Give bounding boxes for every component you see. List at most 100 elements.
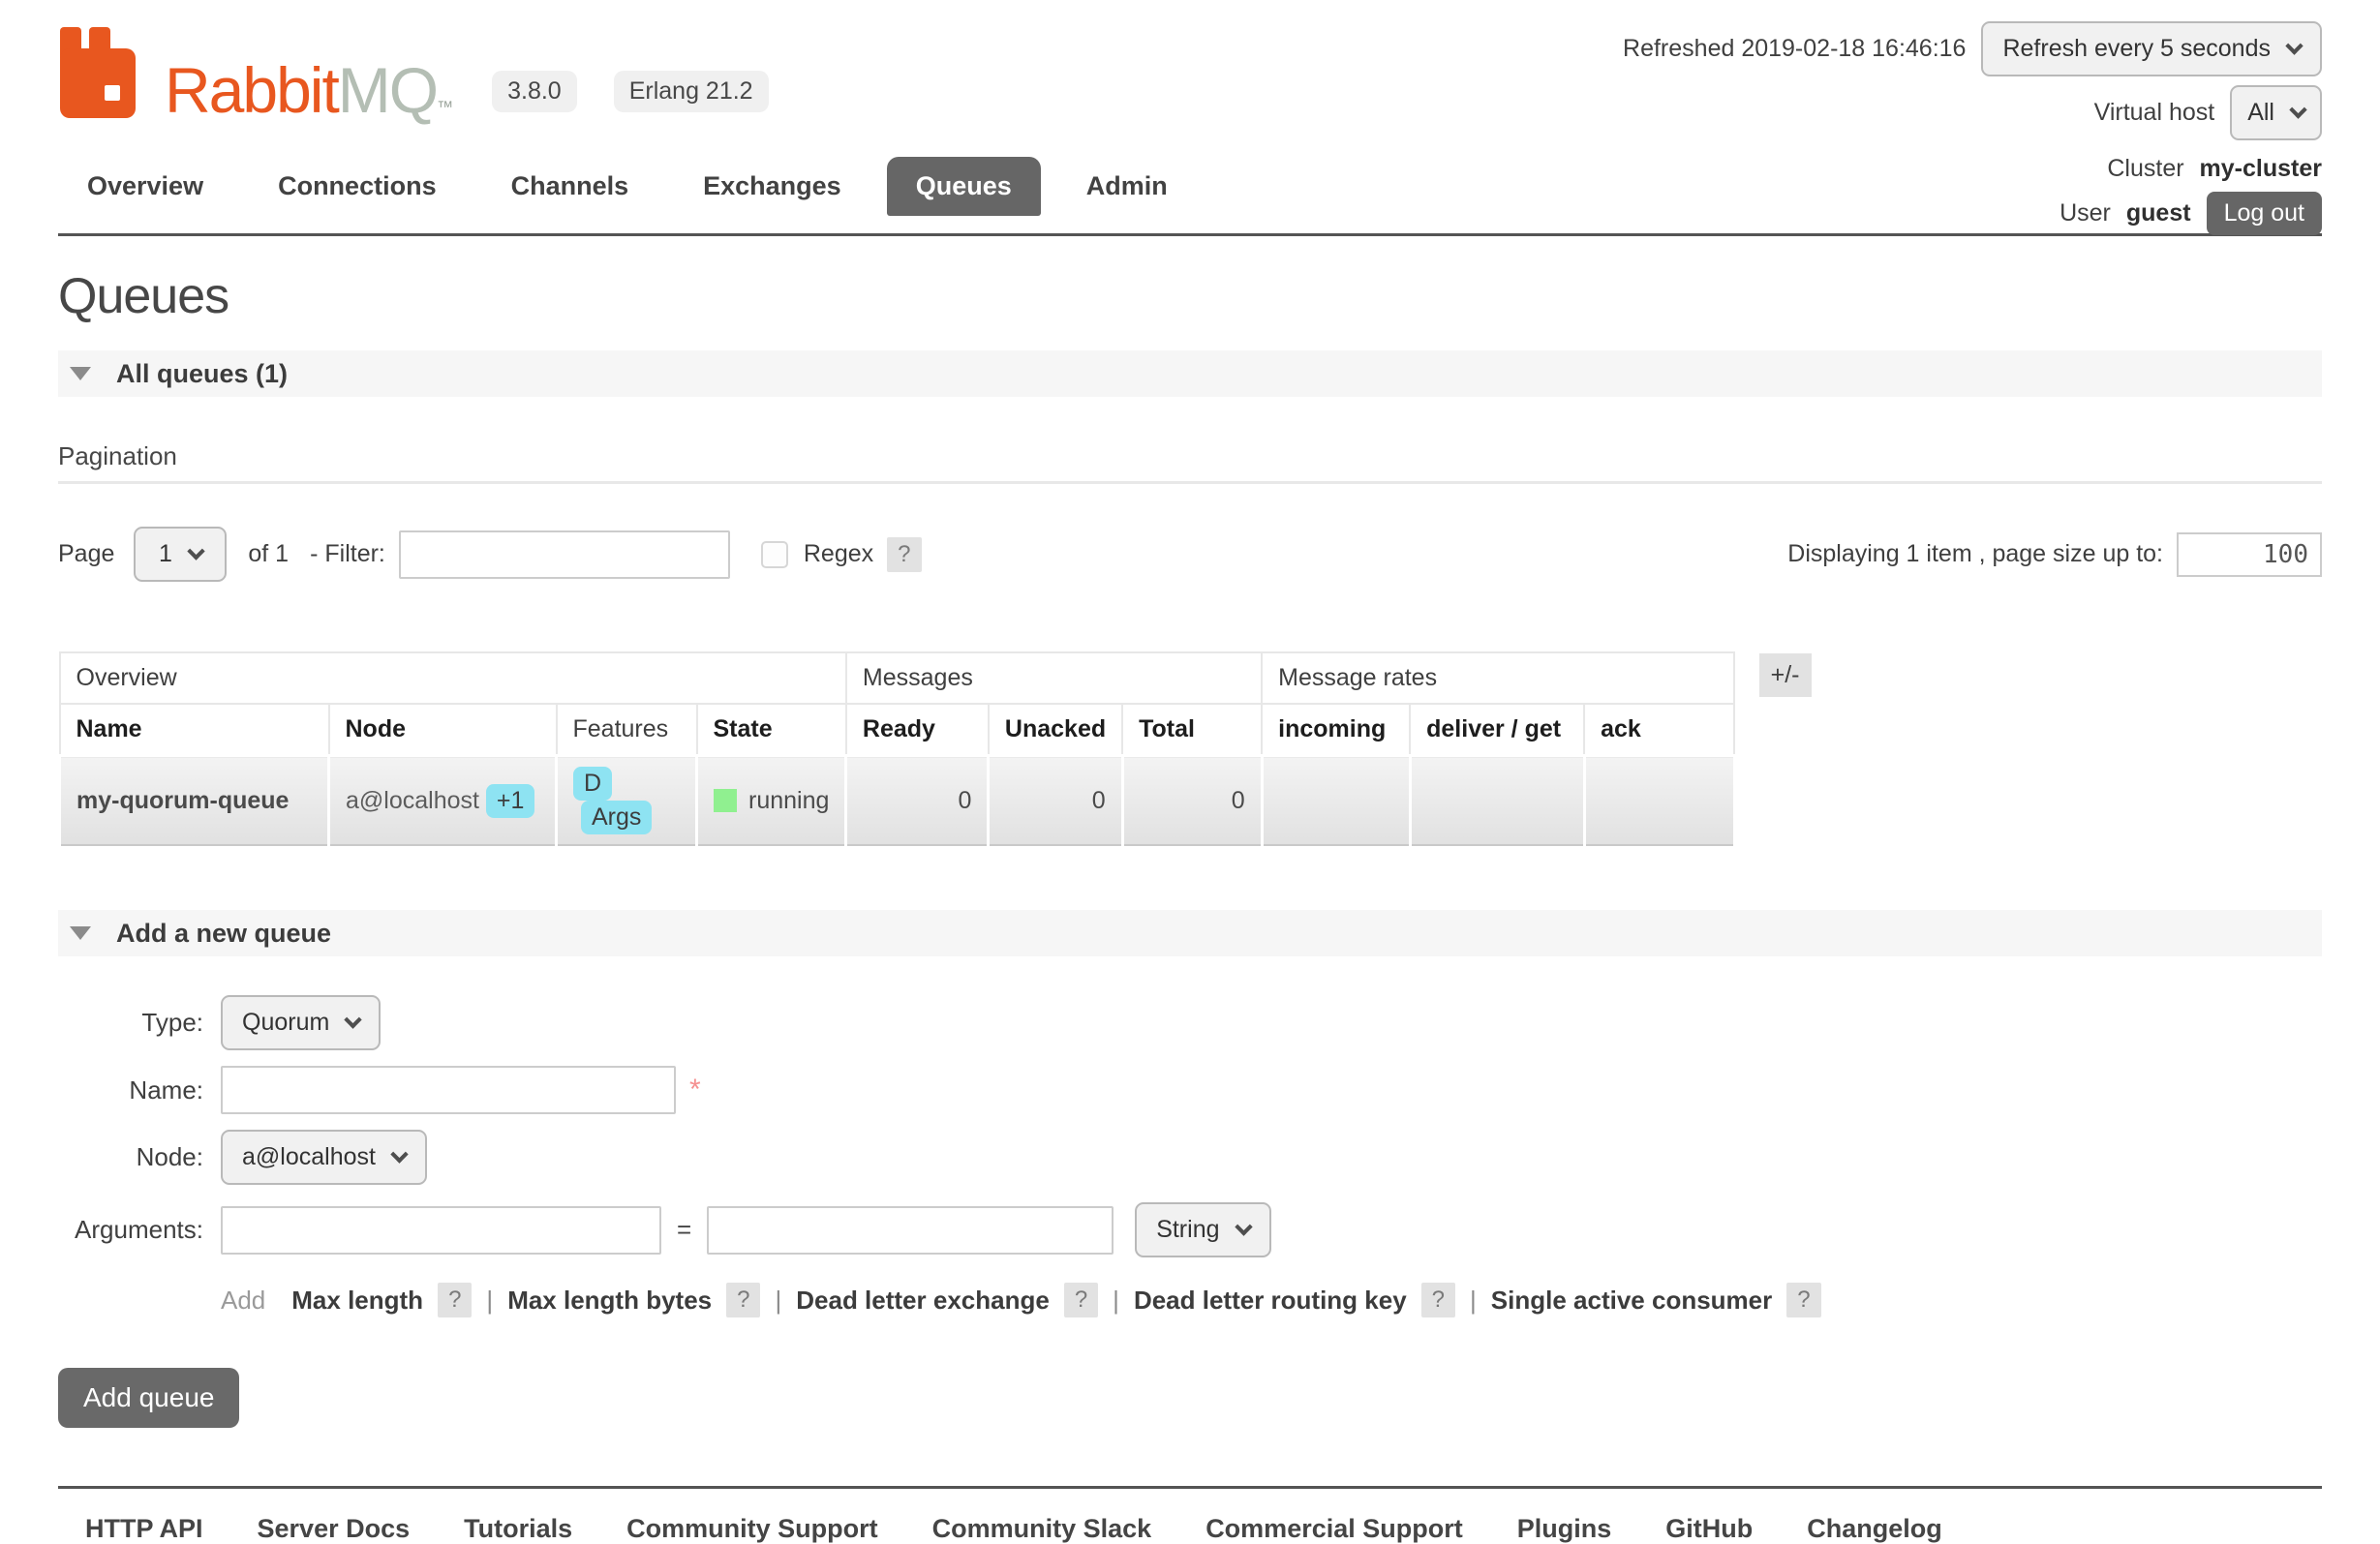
total-count: 0 [1122,756,1262,846]
group-messages: Messages [846,652,1262,704]
shortcut-single-active-consumer[interactable]: Single active consumer [1491,1286,1772,1316]
pagination-divider [58,481,2322,484]
cluster-name: my-cluster [2200,155,2322,183]
of-pages-label: of 1 [248,540,289,568]
queue-type-select[interactable]: Quorum [221,995,381,1050]
footer-link-http-api[interactable]: HTTP API [85,1514,203,1544]
incoming-rate [1262,756,1410,846]
refresh-interval-select[interactable]: Refresh every 5 seconds [1981,21,2322,76]
version-badges: 3.8.0 Erlang 21.2 [492,71,768,112]
col-features: Features [557,704,697,756]
logout-button[interactable]: Log out [2207,192,2322,235]
tab-exchanges[interactable]: Exchanges [674,157,870,216]
shortcut-dead-letter-routing-key[interactable]: Dead letter routing key [1134,1286,1407,1316]
col-state[interactable]: State [697,704,846,756]
footer-link-tutorials[interactable]: Tutorials [464,1514,572,1544]
footer-link-github[interactable]: GitHub [1665,1514,1753,1544]
refreshed-timestamp: Refreshed 2019-02-18 16:46:16 [1623,35,1966,63]
footer-link-changelog[interactable]: Changelog [1807,1514,1942,1544]
shortcut-max-length-bytes[interactable]: Max length bytes [507,1286,712,1316]
equals-sign: = [677,1215,691,1245]
footer: HTTP API Server Docs Tutorials Community… [58,1486,2322,1544]
col-incoming[interactable]: incoming [1262,704,1410,756]
page-size-input[interactable] [2177,532,2322,577]
footer-link-commercial-support[interactable]: Commercial Support [1205,1514,1463,1544]
column-toggle-button[interactable]: +/- [1759,653,1812,697]
queue-name-input[interactable] [221,1066,676,1114]
shortcut-dead-letter-exchange[interactable]: Dead letter exchange [796,1286,1050,1316]
queue-name-link[interactable]: my-quorum-queue [60,756,329,846]
tab-channels[interactable]: Channels [482,157,658,216]
feature-durable-badge: D [573,767,612,801]
add-queue-button[interactable]: Add queue [58,1368,239,1428]
node-label: Node: [58,1142,203,1172]
footer-link-plugins[interactable]: Plugins [1517,1514,1612,1544]
argument-type-value: String [1156,1216,1219,1244]
argument-value-input[interactable] [707,1206,1114,1255]
brand-rabbit: Rabbit [165,54,338,126]
required-asterisk: * [689,1074,701,1106]
brand-mq: MQ [338,54,437,126]
add-queue-section-toggle[interactable]: Add a new queue [58,910,2322,956]
refresh-interval-value: Refresh every 5 seconds [2002,35,2271,63]
single-active-consumer-help-button[interactable]: ? [1786,1283,1820,1317]
user-label: User [2060,199,2111,227]
queue-type-value: Quorum [242,1009,329,1037]
vhost-select[interactable]: All [2230,85,2322,140]
filter-input[interactable] [399,530,730,579]
separator: | [775,1286,781,1316]
tab-overview[interactable]: Overview [58,157,232,216]
regex-help-button[interactable]: ? [887,537,921,572]
queue-features-cell: D Args [557,756,697,846]
chevron-down-icon [1235,1218,1252,1235]
regex-checkbox[interactable] [761,541,788,568]
max-length-help-button[interactable]: ? [438,1283,472,1317]
col-total[interactable]: Total [1122,704,1262,756]
footer-link-community-slack[interactable]: Community Slack [932,1514,1152,1544]
pagination-section-label: Pagination [58,441,2322,471]
group-overview: Overview [60,652,846,704]
page-number-select[interactable]: 1 [134,527,227,582]
header: RabbitMQ™ 3.8.0 Erlang 21.2 Refreshed 20… [58,0,2322,136]
argument-type-select[interactable]: String [1135,1202,1270,1257]
add-queue-header: Add a new queue [116,919,331,949]
col-node[interactable]: Node [329,704,557,756]
shortcut-max-length[interactable]: Max length [291,1286,423,1316]
page-size-controls: Displaying 1 item , page size up to: [1787,532,2322,577]
chevron-down-icon [2289,101,2306,118]
col-ack[interactable]: ack [1584,704,1734,756]
node-name: a@localhost [346,787,479,814]
col-deliver-get[interactable]: deliver / get [1410,704,1584,756]
page-number-value: 1 [159,540,172,568]
footer-link-community-support[interactable]: Community Support [626,1514,877,1544]
state-text: running [748,787,829,815]
chevron-down-icon [390,1145,408,1163]
user-name: guest [2126,199,2191,227]
pagination-controls: Page 1 of 1 - Filter: Regex ? [58,527,922,582]
separator: | [1113,1286,1119,1316]
chevron-down-icon [2285,37,2303,54]
queue-state-cell: running [697,756,846,846]
col-unacked[interactable]: Unacked [989,704,1122,756]
col-name[interactable]: Name [60,704,329,756]
footer-link-server-docs[interactable]: Server Docs [258,1514,411,1544]
argument-key-input[interactable] [221,1206,661,1255]
queue-node-select[interactable]: a@localhost [221,1130,427,1185]
ready-count: 0 [846,756,989,846]
col-ready[interactable]: Ready [846,704,989,756]
all-queues-section-toggle[interactable]: All queues (1) [58,350,2322,397]
page-title: Queues [58,267,2322,325]
column-header-row: Name Node Features State Ready Unacked T… [60,704,1735,756]
tab-queues[interactable]: Queues [887,157,1041,216]
tab-connections[interactable]: Connections [249,157,466,216]
collapse-triangle-icon [70,367,91,380]
chevron-down-icon [187,542,204,560]
ack-rate [1584,756,1734,846]
tab-admin[interactable]: Admin [1057,157,1197,216]
max-length-bytes-help-button[interactable]: ? [726,1283,760,1317]
separator: | [1470,1286,1477,1316]
dead-letter-routing-key-help-button[interactable]: ? [1421,1283,1455,1317]
dead-letter-exchange-help-button[interactable]: ? [1064,1283,1098,1317]
trademark-symbol: ™ [437,98,451,116]
brand-wordmark: RabbitMQ™ [165,58,451,122]
